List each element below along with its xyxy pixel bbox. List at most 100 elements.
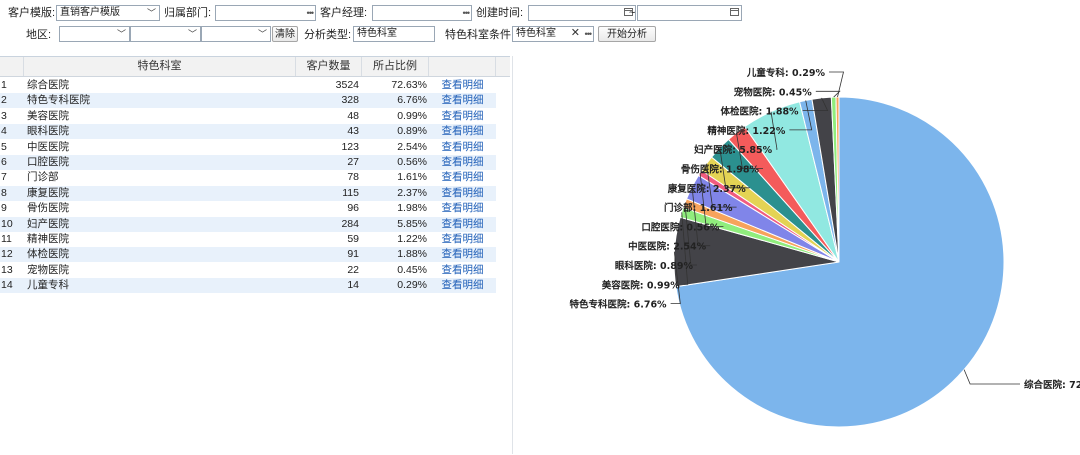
row-ratio: 0.56% <box>397 156 427 168</box>
row-ratio: 2.37% <box>397 186 427 199</box>
region-select-2[interactable]: ﹀ <box>130 26 201 42</box>
row-department: 精神医院 <box>27 233 69 245</box>
row-count: 78 <box>347 171 359 184</box>
row-index: 2 <box>1 94 7 107</box>
view-detail-link[interactable]: 查看明细 <box>429 186 496 201</box>
row-count: 59 <box>347 233 359 245</box>
row-count: 48 <box>347 109 359 122</box>
region-select-3[interactable]: ﹀ <box>201 26 271 42</box>
analysis-type-label: 分析类型: <box>304 29 352 41</box>
row-department: 口腔医院 <box>27 156 69 168</box>
table-row[interactable]: 2 特色专科医院 328 6.76% 查看明细 <box>0 93 496 109</box>
data-grid: 特色科室 客户数量 所占比例 1 综合医院 3524 72.63% 查看明细 2 特色专科医… <box>0 56 510 455</box>
row-department: 美容医院 <box>27 109 69 122</box>
pie-chart: 综合医院: 72.63% 特色专科医院: 6.76% 美容医院: 0.99% 眼科医院… <box>570 67 1080 428</box>
view-detail-link[interactable]: 查看明细 <box>429 201 496 216</box>
table-row[interactable]: 11 精神医院 59 1.22% 查看明细 <box>0 232 496 247</box>
created-to-input[interactable] <box>637 5 742 21</box>
ellipsis-icon[interactable]: ••• <box>463 6 471 20</box>
created-label: 创建时间: <box>476 7 524 19</box>
row-department: 康复医院 <box>27 186 69 199</box>
row-department: 门诊部 <box>27 171 59 184</box>
header-department[interactable]: 特色科室 <box>24 57 296 76</box>
region-label: 地区: <box>26 29 52 41</box>
header-count[interactable]: 客户数量 <box>296 57 362 76</box>
header-action <box>429 57 496 76</box>
region-select-1[interactable]: ﹀ <box>59 26 130 42</box>
row-department: 中医医院 <box>27 140 69 153</box>
panel-divider[interactable] <box>512 56 513 454</box>
pie-label: 宠物医院: 0.45% <box>734 86 813 98</box>
table-row[interactable]: 9 骨伤医院 96 1.98% 查看明细 <box>0 201 496 217</box>
template-value: 直销客户模版 <box>60 7 120 18</box>
row-index: 7 <box>1 171 7 184</box>
template-label: 客户模版: <box>8 7 56 19</box>
view-detail-link[interactable]: 查看明细 <box>429 140 496 155</box>
condition-input[interactable]: 特色科室 ✕ ••• <box>512 26 594 42</box>
chevron-down-icon: ﹀ <box>257 29 267 39</box>
template-select[interactable]: 直销客户模版 ﹀ <box>56 5 160 21</box>
view-detail-link[interactable]: 查看明细 <box>429 124 496 139</box>
start-analysis-button[interactable]: 开始分析 <box>598 26 656 42</box>
row-department: 骨伤医院 <box>27 202 69 215</box>
label-connector <box>829 71 845 98</box>
view-detail-link[interactable]: 查看明细 <box>429 93 496 108</box>
pie-label: 口腔医院: 0.56% <box>641 221 720 233</box>
view-detail-link[interactable]: 查看明细 <box>429 232 496 247</box>
table-row[interactable]: 4 眼科医院 43 0.89% 查看明细 <box>0 124 496 140</box>
pie-label: 康复医院: 2.37% <box>667 183 747 195</box>
row-count: 3524 <box>335 79 359 91</box>
chevron-down-icon: ﹀ <box>146 8 156 18</box>
pie-label: 综合医院: 72.63% <box>1024 379 1080 391</box>
table-row[interactable]: 3 美容医院 48 0.99% 查看明细 <box>0 108 496 124</box>
pie-label: 眼科医院: 0.89% <box>615 260 694 272</box>
table-row[interactable]: 1 综合医院 3524 72.63% 查看明细 <box>0 78 496 93</box>
view-detail-link[interactable]: 查看明细 <box>429 78 496 93</box>
chevron-down-icon: ﹀ <box>187 29 197 39</box>
row-index: 6 <box>1 156 7 168</box>
created-separator: ~ <box>629 7 636 19</box>
table-row[interactable]: 10 妇产医院 284 5.85% 查看明细 <box>0 216 496 232</box>
pie-label: 精神医院: 1.22% <box>707 125 786 137</box>
label-connector <box>963 369 1020 385</box>
pie-label: 妇产医院: 5.85% <box>693 144 773 156</box>
view-detail-link[interactable]: 查看明细 <box>429 170 496 185</box>
clear-x-icon[interactable]: ✕ <box>571 27 580 40</box>
ellipsis-icon[interactable]: ••• <box>585 27 593 41</box>
view-detail-link[interactable]: 查看明细 <box>429 247 496 262</box>
header-ratio[interactable]: 所占比例 <box>362 57 429 76</box>
table-row[interactable]: 7 门诊部 78 1.61% 查看明细 <box>0 170 496 186</box>
created-from-input[interactable] <box>528 5 636 21</box>
table-row[interactable]: 13 宠物医院 22 0.45% 查看明细 <box>0 262 496 278</box>
view-detail-link[interactable]: 查看明细 <box>429 217 496 232</box>
analysis-type-value: 特色科室 <box>357 28 397 39</box>
row-count: 43 <box>347 125 359 138</box>
table-row[interactable]: 14 儿童专科 14 0.29% 查看明细 <box>0 278 496 294</box>
table-row[interactable]: 6 口腔医院 27 0.56% 查看明细 <box>0 155 496 170</box>
condition-label: 特色科室条件: <box>445 29 515 41</box>
table-row[interactable]: 12 体检医院 91 1.88% 查看明细 <box>0 247 496 263</box>
dept-input[interactable]: ••• <box>215 5 316 21</box>
table-row[interactable]: 8 康复医院 115 2.37% 查看明细 <box>0 185 496 201</box>
calendar-icon[interactable] <box>730 8 739 16</box>
clear-button[interactable]: 清除 <box>272 26 298 42</box>
manager-input[interactable]: ••• <box>372 5 472 21</box>
view-detail-link[interactable]: 查看明细 <box>429 155 496 170</box>
view-detail-link[interactable]: 查看明细 <box>429 109 496 124</box>
table-row[interactable]: 5 中医医院 123 2.54% 查看明细 <box>0 139 496 155</box>
view-detail-link[interactable]: 查看明细 <box>429 263 496 278</box>
row-department: 体检医院 <box>27 248 69 261</box>
row-ratio: 1.98% <box>397 202 427 215</box>
view-detail-link[interactable]: 查看明细 <box>429 278 496 293</box>
pie-label: 中医医院: 2.54% <box>628 241 707 253</box>
ellipsis-icon[interactable]: ••• <box>307 6 315 20</box>
row-index: 5 <box>1 140 7 153</box>
row-count: 27 <box>347 156 359 168</box>
condition-value: 特色科室 <box>516 28 556 39</box>
row-department: 眼科医院 <box>27 125 69 138</box>
label-connector <box>815 90 841 98</box>
row-department: 妇产医院 <box>27 217 69 230</box>
pie-label: 门诊部: 1.61% <box>664 202 733 214</box>
pie-label: 儿童专科: 0.29% <box>746 67 826 79</box>
analysis-type-select[interactable]: 特色科室 <box>353 26 435 42</box>
